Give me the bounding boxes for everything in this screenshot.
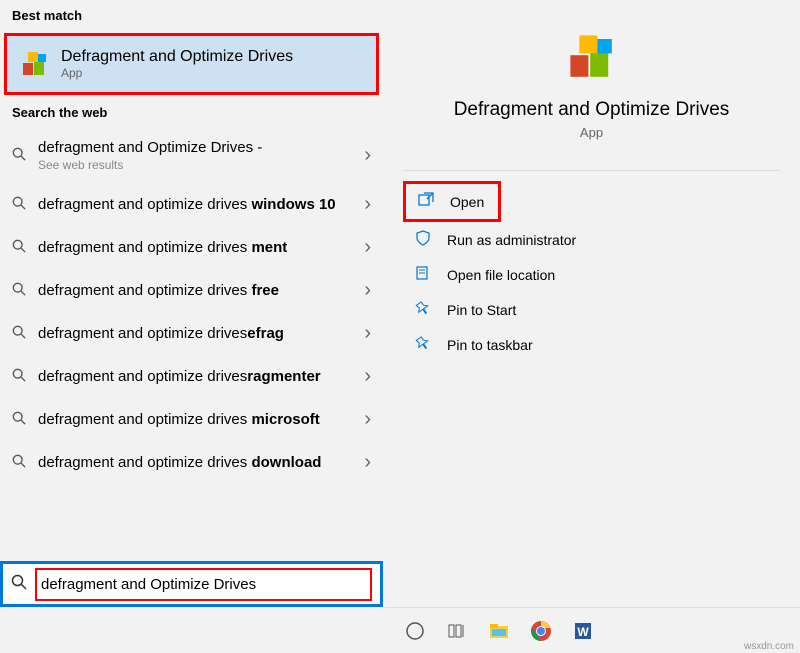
explorer-icon[interactable]	[487, 619, 511, 643]
open-location-label: Open file location	[447, 267, 555, 283]
chevron-right-icon: ›	[364, 279, 371, 302]
web-result-item[interactable]: defragment and optimize drives microsoft…	[0, 398, 383, 441]
search-input[interactable]	[35, 568, 372, 601]
pin-icon	[415, 335, 435, 354]
best-match-header: Best match	[0, 0, 383, 31]
run-admin-label: Run as administrator	[447, 232, 576, 248]
shield-icon	[415, 230, 435, 249]
detail-sub: App	[403, 125, 780, 140]
web-result-text: defragment and optimize drives download	[30, 453, 364, 473]
chevron-right-icon: ›	[364, 236, 371, 259]
search-icon	[12, 411, 30, 428]
open-location-action[interactable]: Open file location	[403, 257, 780, 292]
web-result-item[interactable]: defragment and optimize drivesragmenter›	[0, 355, 383, 398]
open-label: Open	[450, 194, 484, 210]
chevron-right-icon: ›	[364, 193, 371, 216]
web-result-text: defragment and optimize drives ment	[30, 238, 364, 258]
search-icon	[11, 574, 29, 595]
chevron-right-icon: ›	[364, 322, 371, 345]
open-icon	[418, 192, 438, 211]
pin-start-label: Pin to Start	[447, 302, 516, 318]
defrag-app-icon	[19, 48, 51, 80]
pin-icon	[415, 300, 435, 319]
pin-taskbar-label: Pin to taskbar	[447, 337, 533, 353]
web-results-list: defragment and Optimize Drives -See web …	[0, 128, 383, 561]
pin-taskbar-action[interactable]: Pin to taskbar	[403, 327, 780, 362]
search-icon	[12, 147, 30, 164]
actions-list: Open Run as administrator Open file loca…	[403, 170, 780, 362]
best-match-sub: App	[61, 66, 293, 80]
search-icon	[12, 196, 30, 213]
web-result-text: defragment and Optimize Drives -See web …	[30, 138, 364, 173]
detail-panel: Defragment and Optimize Drives App Open …	[383, 0, 800, 607]
web-result-text: defragment and optimize drivesefrag	[30, 324, 364, 344]
taskbar: W	[385, 607, 800, 653]
search-box[interactable]	[0, 561, 383, 607]
open-action[interactable]: Open	[406, 184, 498, 219]
word-icon[interactable]: W	[571, 619, 595, 643]
best-match-title: Defragment and Optimize Drives	[61, 48, 293, 66]
search-icon	[12, 282, 30, 299]
web-result-item[interactable]: defragment and Optimize Drives -See web …	[0, 128, 383, 183]
web-result-item[interactable]: defragment and optimize drivesefrag›	[0, 312, 383, 355]
best-match-item[interactable]: Defragment and Optimize Drives App	[4, 33, 379, 95]
chevron-right-icon: ›	[364, 408, 371, 431]
web-result-text: defragment and optimize drives free	[30, 281, 364, 301]
folder-icon	[415, 265, 435, 284]
search-results-panel: Best match Defragment and Optimize Drive…	[0, 0, 383, 607]
web-result-item[interactable]: defragment and optimize drives ment›	[0, 226, 383, 269]
watermark: wsxdn.com	[744, 641, 794, 652]
pin-start-action[interactable]: Pin to Start	[403, 292, 780, 327]
chevron-right-icon: ›	[364, 365, 371, 388]
search-icon	[12, 454, 30, 471]
search-icon	[12, 325, 30, 342]
web-result-text: defragment and optimize drives microsoft	[30, 410, 364, 430]
search-icon	[12, 239, 30, 256]
chevron-right-icon: ›	[364, 144, 371, 167]
svg-text:W: W	[577, 625, 589, 639]
cortana-icon[interactable]	[403, 619, 427, 643]
web-result-item[interactable]: defragment and optimize drives free›	[0, 269, 383, 312]
run-admin-action[interactable]: Run as administrator	[403, 222, 780, 257]
detail-app-icon	[403, 30, 780, 87]
search-icon	[12, 368, 30, 385]
search-web-header: Search the web	[0, 97, 383, 128]
web-result-text: defragment and optimize drivesragmenter	[30, 367, 364, 387]
detail-title: Defragment and Optimize Drives	[403, 99, 780, 121]
web-result-text: defragment and optimize drives windows 1…	[30, 195, 364, 215]
web-result-item[interactable]: defragment and optimize drives download›	[0, 441, 383, 484]
chevron-right-icon: ›	[364, 451, 371, 474]
chrome-icon[interactable]	[529, 619, 553, 643]
web-result-item[interactable]: defragment and optimize drives windows 1…	[0, 183, 383, 226]
task-view-icon[interactable]	[445, 619, 469, 643]
